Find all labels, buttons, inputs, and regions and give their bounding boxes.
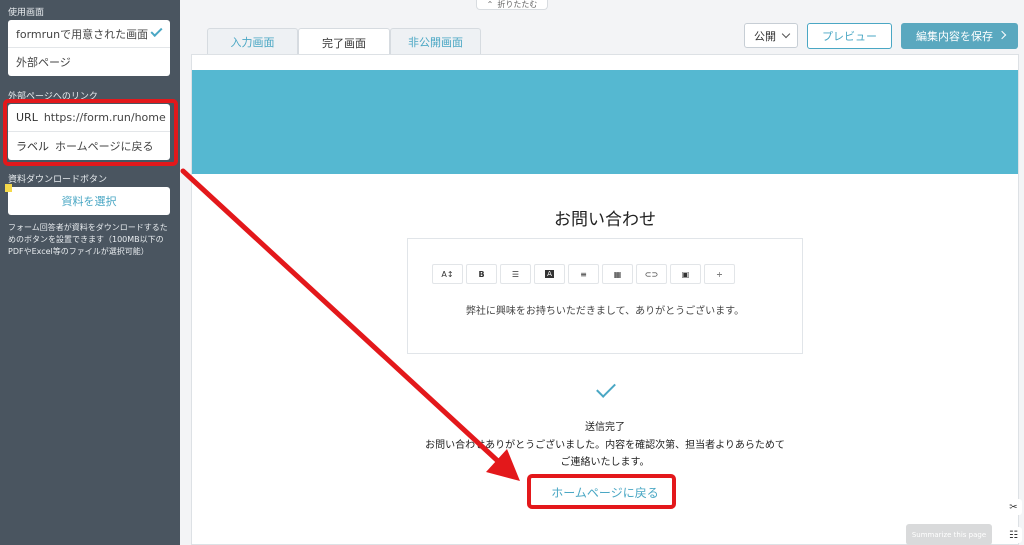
scissors-icon[interactable]: ✂ — [1005, 499, 1022, 515]
list-icon[interactable]: ☷ — [1005, 527, 1022, 543]
summarize-button[interactable]: Summarize this page — [906, 524, 992, 545]
annotation-arrow — [180, 168, 520, 481]
